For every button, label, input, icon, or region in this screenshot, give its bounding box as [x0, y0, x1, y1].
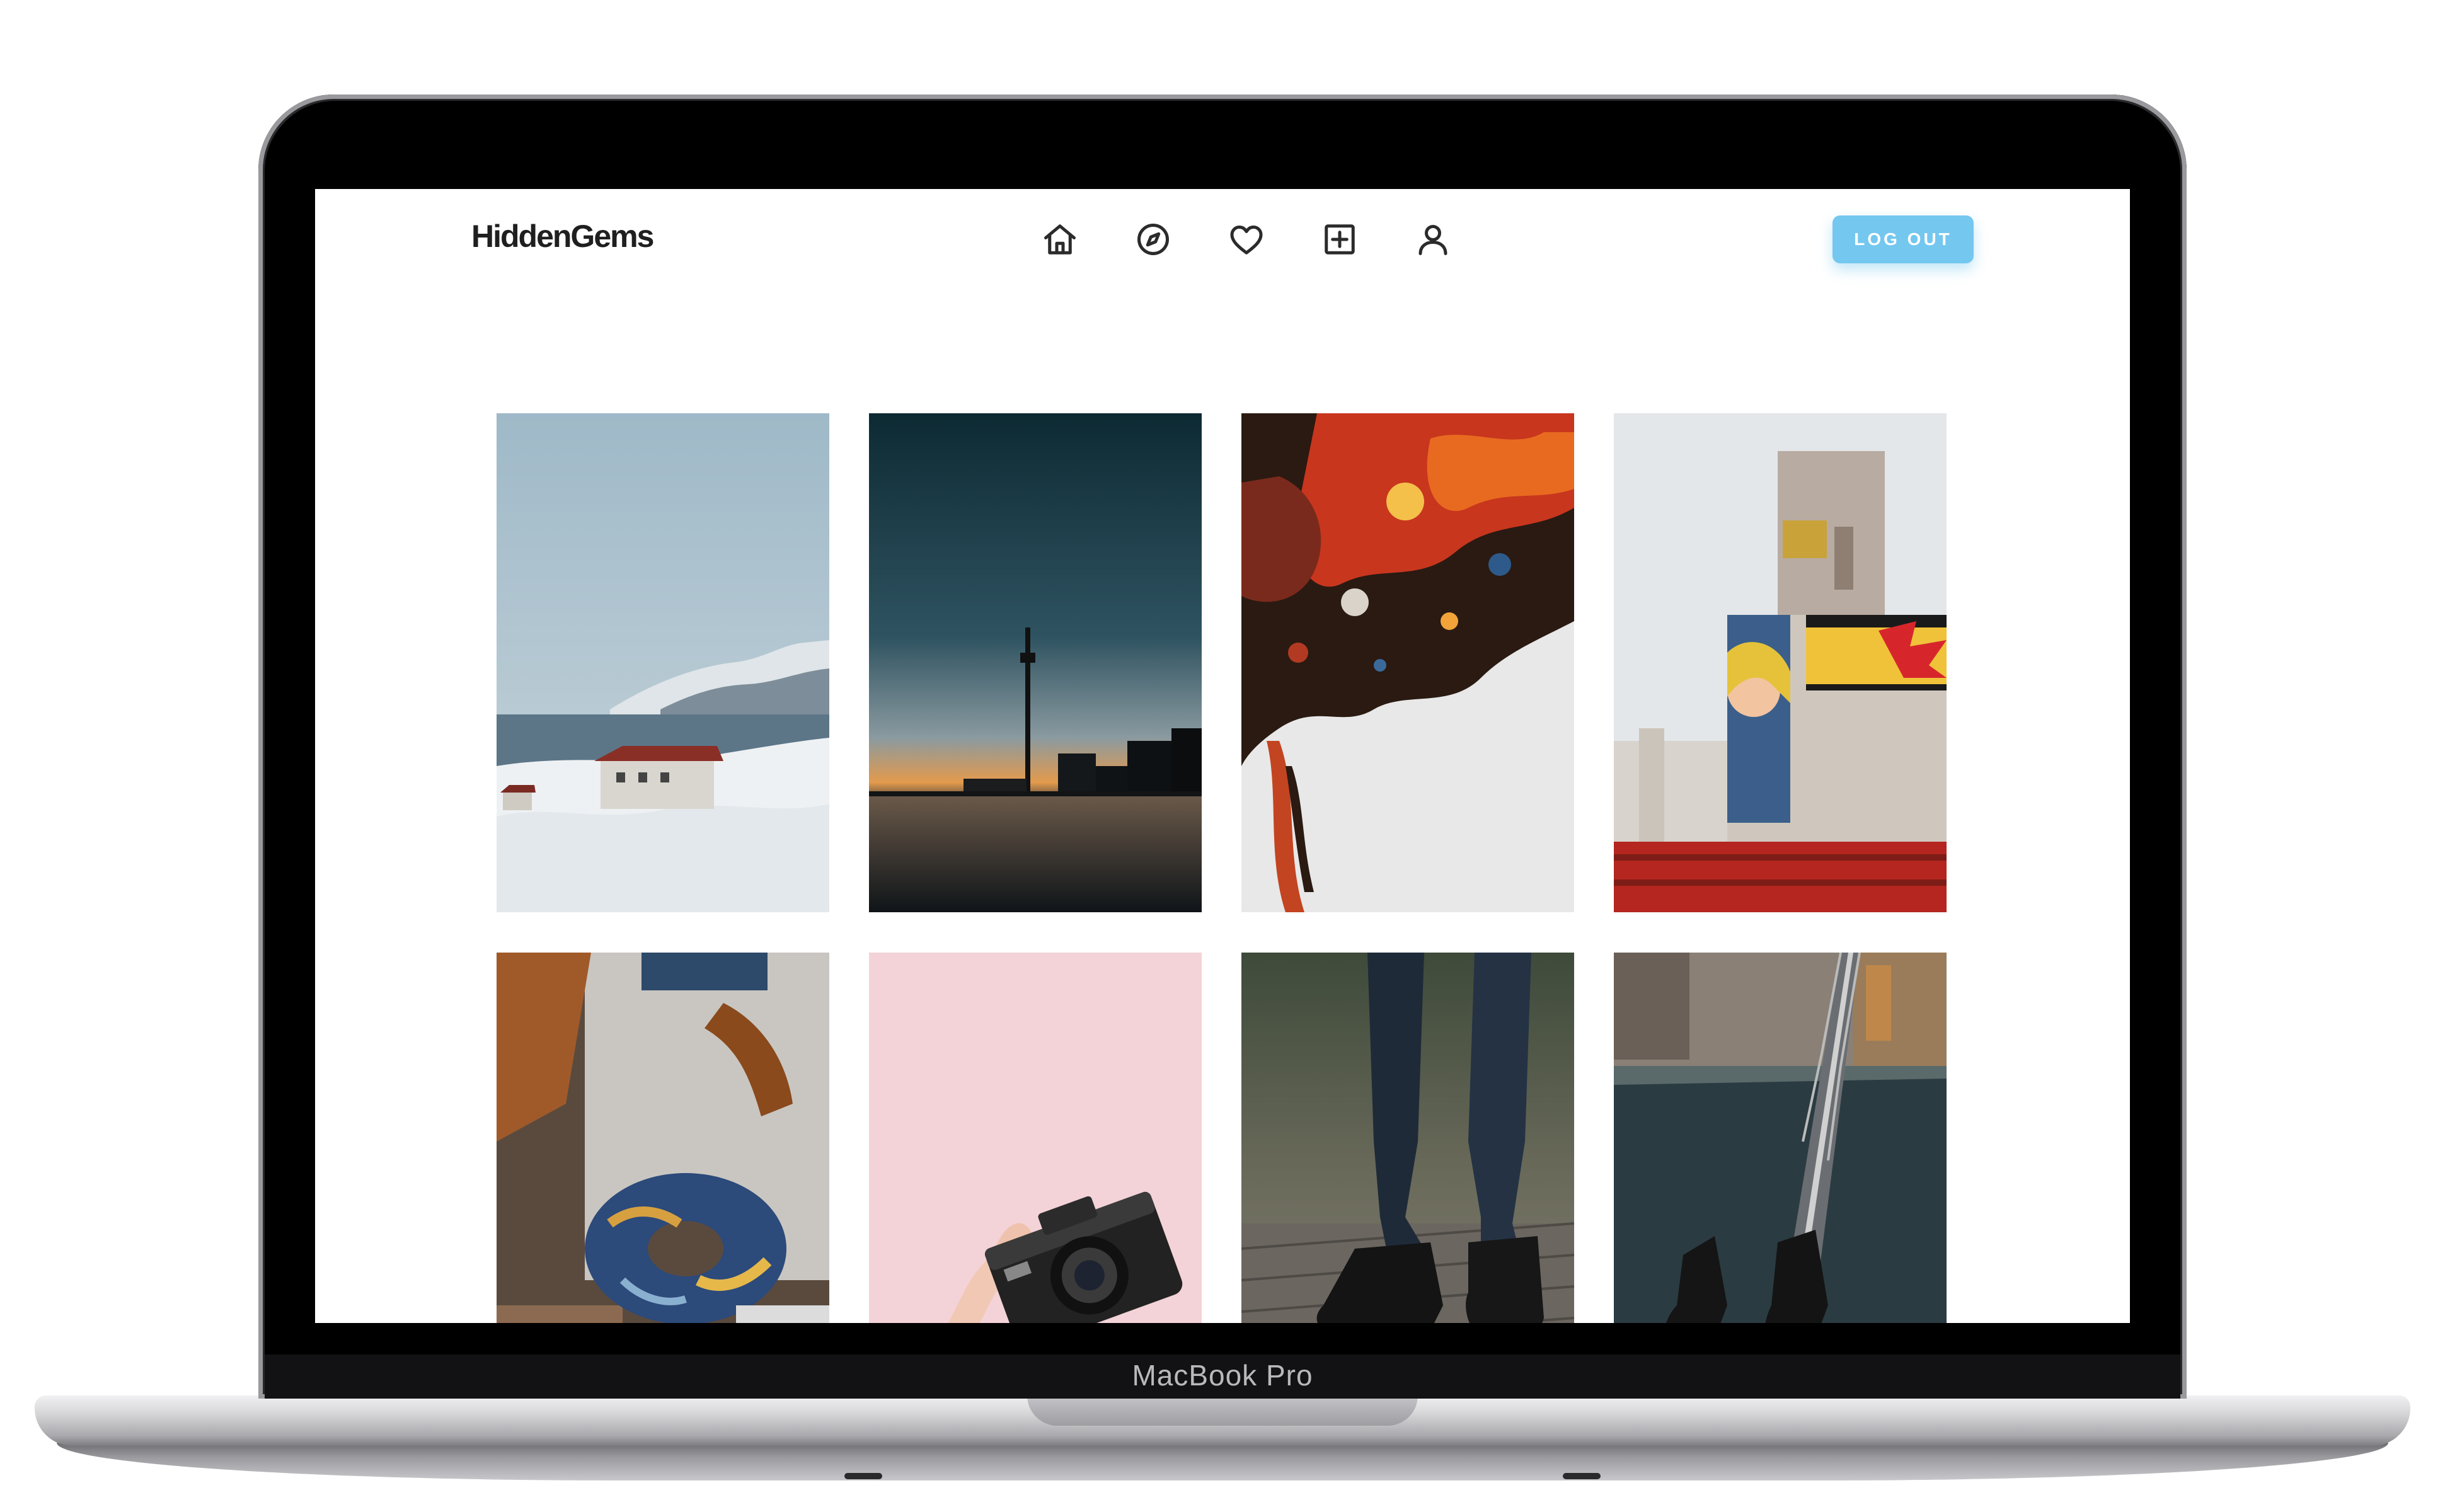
user-icon[interactable]	[1413, 219, 1453, 260]
logout-button[interactable]: LOG OUT	[1832, 215, 1974, 263]
photo-starry-night-scrunchie[interactable]	[497, 953, 829, 1323]
laptop-base-lip	[57, 1443, 2388, 1480]
photo-pop-art-building[interactable]	[1614, 413, 1947, 912]
heart-icon[interactable]	[1226, 219, 1267, 260]
photo-hand-holding-camera[interactable]	[869, 953, 1202, 1323]
photo-sunset-observation-tower[interactable]	[869, 413, 1202, 912]
add-square-icon[interactable]	[1320, 219, 1360, 260]
brand-logo[interactable]: HiddenGems	[471, 218, 654, 255]
compass-icon[interactable]	[1133, 219, 1173, 260]
photo-bridge-aerial-feet[interactable]	[1614, 953, 1947, 1323]
laptop-foot	[1563, 1473, 1601, 1479]
model-label: MacBook Pro	[1132, 1359, 1313, 1392]
laptop-foot	[844, 1473, 882, 1479]
home-icon[interactable]	[1040, 219, 1080, 260]
photo-grid	[497, 413, 1947, 1323]
nav-icon-bar	[1040, 219, 1453, 260]
photo-abstract-fluid-paint[interactable]	[1241, 413, 1574, 912]
laptop-opening-notch	[1027, 1395, 1418, 1426]
top-navbar: HiddenGems LOG OUT	[315, 189, 2130, 290]
photo-jeans-and-sneakers[interactable]	[1241, 953, 1574, 1323]
app-screen: HiddenGems LOG OUT	[315, 189, 2130, 1323]
laptop-mockup: MacBook Pro HiddenGems LOG OUT	[0, 0, 2445, 1512]
photo-snowy-coast-house[interactable]	[497, 413, 829, 912]
